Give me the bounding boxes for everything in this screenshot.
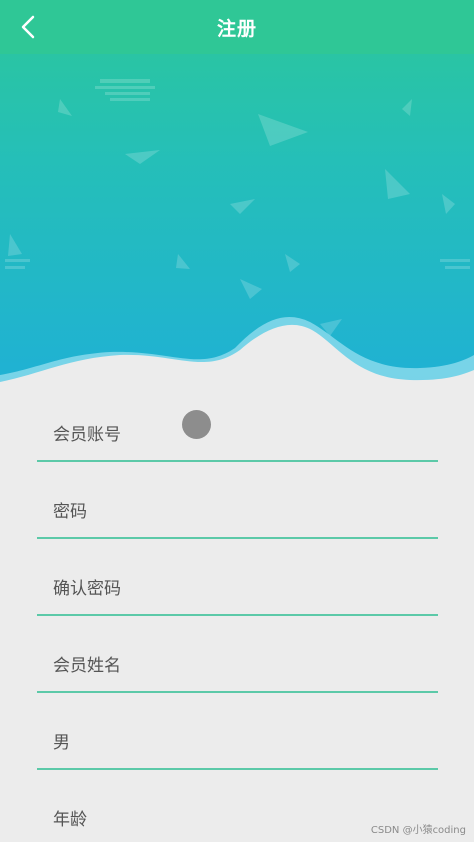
member-name-input[interactable] [37,651,438,681]
top-bar: 注册 [0,0,474,54]
chevron-left-icon [21,15,35,39]
touch-indicator [182,410,211,439]
gender-input[interactable] [37,728,438,758]
watermark: CSDN @小猿coding [370,825,466,836]
password-input[interactable] [37,497,438,527]
member-account-input[interactable] [37,420,438,450]
gender-field-row [37,693,438,770]
wave-divider [0,317,474,410]
register-form [37,400,438,842]
password-field-row [37,462,438,539]
confirm-password-input[interactable] [37,574,438,604]
account-field-row [37,400,438,462]
back-button[interactable] [8,7,48,47]
confirm-password-field-row [37,539,438,616]
page-title: 注册 [216,17,257,40]
member-name-field-row [37,616,438,693]
